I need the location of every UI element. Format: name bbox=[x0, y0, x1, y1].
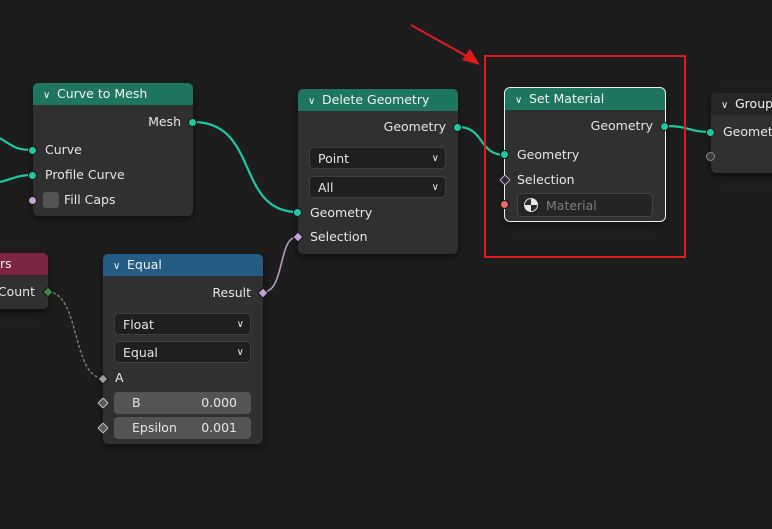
output-geometry-row: Geometry bbox=[298, 117, 458, 137]
socket-label: Selection bbox=[310, 229, 368, 244]
socket-label: Geometry bbox=[383, 119, 446, 134]
node-curve-to-mesh[interactable]: ∨ Curve to Mesh Mesh Curve Profile Curve … bbox=[28, 83, 197, 216]
socket-label: Fill Caps bbox=[64, 192, 116, 207]
node-title: Delete Geometry bbox=[322, 92, 430, 107]
input-geometry-row: Geometry bbox=[298, 203, 458, 223]
data-type-dropdown[interactable]: Float ∨ bbox=[114, 313, 251, 335]
socket-label: Geometry bbox=[723, 124, 772, 139]
chevron-down-icon: ∨ bbox=[236, 347, 244, 358]
domain-dropdown[interactable]: Point ∨ bbox=[309, 147, 446, 169]
input-geometry-row: Geometry bbox=[711, 122, 772, 142]
node-title: Group bbox=[735, 96, 772, 111]
output-mesh-socket[interactable] bbox=[188, 118, 197, 127]
node-header[interactable]: rs bbox=[0, 253, 48, 275]
node-header[interactable]: ∨ Group bbox=[711, 93, 772, 115]
node-group-output[interactable]: ∨Group Geometry bbox=[706, 93, 772, 173]
dropdown-value: Float bbox=[123, 317, 154, 332]
input-selection-row: Selection bbox=[298, 227, 458, 247]
collapse-chevron-icon[interactable]: ∨ bbox=[721, 95, 735, 115]
node-title: rs bbox=[0, 256, 12, 271]
mode-dropdown[interactable]: All ∨ bbox=[309, 176, 446, 198]
collapse-chevron-icon[interactable]: ∨ bbox=[308, 91, 322, 111]
field-value: 0.001 bbox=[201, 420, 237, 435]
socket-label: Count bbox=[0, 284, 35, 299]
dropdown-value: Point bbox=[318, 151, 350, 166]
link-result-to-selection bbox=[262, 236, 298, 293]
output-count-row: Count bbox=[0, 282, 48, 302]
chevron-down-icon: ∨ bbox=[431, 182, 439, 193]
output-result-row: Result bbox=[103, 283, 263, 303]
socket-label: Result bbox=[212, 285, 251, 300]
epsilon-field[interactable]: Epsilon 0.001 bbox=[114, 417, 251, 439]
collapse-chevron-icon[interactable]: ∨ bbox=[43, 85, 57, 105]
field-label: B bbox=[132, 395, 141, 410]
field-value: 0.000 bbox=[201, 395, 237, 410]
dropdown-value: Equal bbox=[123, 345, 158, 360]
node-title: Equal bbox=[127, 257, 162, 272]
output-mesh-row: Mesh bbox=[33, 112, 193, 132]
node-header[interactable]: ∨ Equal bbox=[103, 254, 263, 276]
operation-dropdown[interactable]: Equal ∨ bbox=[114, 341, 251, 363]
node-equal[interactable]: ∨ Equal Result Float ∨ Equal ∨ A B 0.000 … bbox=[97, 254, 269, 444]
input-empty-socket[interactable] bbox=[706, 152, 715, 161]
input-a-row: A bbox=[103, 368, 263, 388]
annotation-arrow-line bbox=[410, 24, 471, 59]
link-mesh-to-delete-geometry bbox=[192, 120, 299, 214]
input-curve-row: Curve bbox=[33, 140, 193, 160]
socket-label: Curve bbox=[45, 142, 82, 157]
annotation-arrow-head bbox=[462, 49, 480, 65]
chevron-down-icon: ∨ bbox=[236, 319, 244, 330]
input-profile-curve-row: Profile Curve bbox=[33, 165, 193, 185]
socket-label: Mesh bbox=[148, 114, 181, 129]
node-header[interactable]: ∨ Curve to Mesh bbox=[33, 83, 193, 105]
socket-label: Profile Curve bbox=[45, 167, 125, 182]
node-title: Curve to Mesh bbox=[57, 86, 148, 101]
annotation-highlight-box bbox=[484, 55, 686, 258]
collapse-chevron-icon[interactable]: ∨ bbox=[113, 256, 127, 276]
input-b-field[interactable]: B 0.000 bbox=[114, 392, 251, 414]
chevron-down-icon: ∨ bbox=[431, 153, 439, 164]
node-input-count[interactable]: rs Count bbox=[0, 253, 54, 309]
socket-label: A bbox=[115, 370, 124, 385]
dropdown-value: All bbox=[318, 180, 334, 195]
socket-label: Geometry bbox=[310, 205, 373, 220]
field-label: Epsilon bbox=[132, 420, 177, 435]
link-count-to-a bbox=[47, 291, 104, 379]
input-fill-caps-row: Fill Caps bbox=[33, 190, 193, 210]
node-header[interactable]: ∨ Delete Geometry bbox=[298, 89, 458, 111]
node-delete-geometry[interactable]: ∨ Delete Geometry Geometry Point ∨ All ∨ … bbox=[292, 89, 462, 254]
output-geometry-socket[interactable] bbox=[453, 123, 462, 132]
